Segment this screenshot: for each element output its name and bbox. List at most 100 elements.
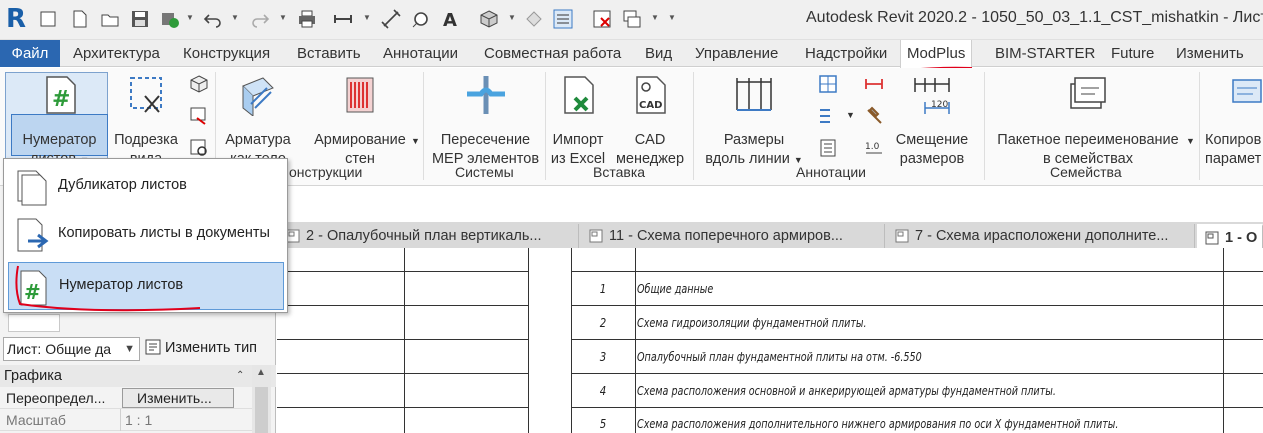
open-folder-icon[interactable] (100, 9, 120, 29)
menu-item-duplicate-sheets[interactable]: Дубликатор листов (8, 163, 284, 211)
rebar-body-label-1: Арматура (225, 132, 291, 148)
excel-import-button[interactable]: Импорт из Excel (548, 74, 608, 169)
scroll-up-icon[interactable]: ▲ (256, 367, 266, 378)
view-tab-label: 11 - Схема поперечного армиров... (609, 228, 843, 244)
chevron-down-icon[interactable]: ▼ (124, 338, 135, 360)
view-tab-strip: 2 - Опалубочный план вертикаль... 11 - С… (276, 222, 1263, 248)
red-dimension-icon[interactable] (864, 74, 884, 94)
dimension-text-icon[interactable]: 1.0 (864, 138, 884, 158)
hammer-icon[interactable] (864, 106, 884, 126)
purge-icon[interactable] (189, 106, 209, 126)
dims-along-line-label-1: Размеры (723, 132, 785, 148)
graphics-section-title: Графика (4, 368, 62, 384)
tab-addins[interactable]: Надстройки (799, 40, 893, 67)
3d-view-dropdown-icon[interactable]: ▼ (508, 14, 516, 22)
sheet-tools-dropdown-menu: Дубликатор листов Копировать листы в док… (3, 158, 288, 313)
tab-insert[interactable]: Вставить (291, 40, 367, 67)
tag-icon[interactable] (411, 9, 431, 29)
graphics-section-header[interactable]: Графика ⌃ (0, 365, 276, 387)
view-tab[interactable]: 11 - Схема поперечного армиров... (581, 224, 885, 248)
view-tab[interactable]: 7 - Схема ирасположени дополните... (887, 224, 1195, 248)
revit-logo-icon[interactable]: R (6, 5, 28, 33)
sync-icon[interactable] (160, 9, 180, 29)
copy-params-label-2: парамет (1205, 151, 1262, 167)
menu-item-sheet-numerator[interactable]: # Нумератор листов (8, 262, 284, 310)
schedule-row-number: 4 (599, 384, 607, 398)
menu-item-label: Нумератор листов (59, 277, 184, 293)
customize-qat-icon[interactable]: ▼ (668, 14, 676, 22)
open-icon[interactable] (38, 9, 58, 29)
cad-manager-button[interactable]: CAD CAD менеджер (612, 74, 688, 169)
tab-modplus[interactable]: ModPlus (900, 40, 973, 68)
measure-icon[interactable] (333, 9, 353, 29)
panel-label-annotations: Аннотации (796, 164, 866, 180)
wall-rebar-dropdown-icon[interactable]: ▼ (411, 136, 420, 146)
scrollbar-thumb[interactable] (255, 387, 268, 433)
view-search-icon[interactable] (189, 138, 209, 158)
rebar-body-button[interactable]: Арматура как тело (222, 74, 294, 169)
aligned-dimension-icon[interactable] (381, 9, 401, 29)
type-selector[interactable]: Лист: Общие да ▼ (3, 337, 140, 361)
wall-rebar-icon (346, 77, 374, 113)
undo-icon[interactable] (203, 9, 223, 29)
3d-box-icon[interactable] (189, 74, 209, 94)
close-hidden-icon[interactable] (592, 9, 612, 29)
table-line (1223, 248, 1224, 433)
text-icon[interactable]: A (440, 9, 460, 31)
save-icon[interactable] (130, 9, 150, 29)
drawing-area[interactable]: 1 Общие данные 2 Схема гидроизоляции фун… (277, 248, 1263, 433)
grid-icon[interactable] (818, 74, 838, 94)
switch-windows-dropdown-icon[interactable]: ▼ (651, 14, 659, 22)
view-crop-button[interactable]: Подрезка вида (110, 74, 182, 169)
batch-rename-button[interactable]: Пакетное переименование в семействах (990, 74, 1186, 169)
tab-view[interactable]: Вид (639, 40, 678, 67)
edit-type-button[interactable]: Изменить тип (145, 339, 257, 356)
copy-params-button[interactable]: Копиров парамет (1205, 74, 1263, 169)
window-title: Autodesk Revit 2020.2 - 1050_50_03_1.1_C… (806, 9, 1263, 26)
collapse-icon[interactable]: ⌃ (236, 365, 244, 387)
batch-rename-dropdown-icon[interactable]: ▼ (1186, 136, 1195, 146)
redo-dropdown-icon[interactable]: ▼ (279, 14, 287, 22)
chevron-down-icon[interactable]: ▼ (846, 110, 855, 120)
3d-view-icon[interactable] (479, 9, 499, 29)
override-edit-button[interactable]: Изменить... (122, 388, 234, 408)
sync-dropdown-icon[interactable]: ▼ (186, 14, 194, 22)
copy-params-label-1: Копиров (1205, 132, 1262, 148)
wall-rebar-button[interactable]: Армирование стен (304, 74, 416, 169)
tab-future[interactable]: Future (1105, 40, 1160, 67)
sheet-numerator-button[interactable]: # Нумератор листов ▼ (11, 74, 108, 170)
dims-along-line-button[interactable]: Размеры вдоль линии ▼ (704, 74, 804, 170)
tab-manage[interactable]: Управление (689, 40, 784, 67)
tab-architecture[interactable]: Архитектура (67, 40, 166, 67)
view-tab-active[interactable]: 1 - О (1197, 224, 1263, 248)
tab-modify[interactable]: Изменить (1170, 40, 1250, 67)
switch-windows-icon[interactable] (622, 9, 642, 29)
tab-bim-starter[interactable]: BIM-STARTER (989, 40, 1101, 67)
print-icon[interactable] (297, 9, 317, 29)
redo-icon[interactable] (250, 9, 270, 29)
dim-offset-icon: 120 (914, 78, 950, 114)
table-line (571, 248, 572, 433)
list-icon[interactable] (818, 138, 838, 158)
table-line (277, 339, 529, 340)
panel-label-insert: Вставка (593, 164, 646, 180)
tab-structure[interactable]: Конструкция (177, 40, 276, 67)
tab-file[interactable]: Файл (0, 40, 60, 67)
view-tab[interactable]: 2 - Опалубочный план вертикаль... (278, 224, 579, 248)
dimension-chain-icon[interactable] (818, 106, 838, 126)
properties-scrollbar[interactable]: ▲ (252, 365, 271, 433)
thin-lines-icon[interactable] (553, 9, 573, 29)
menu-item-copy-sheets[interactable]: Копировать листы в документы (8, 211, 284, 259)
section-icon[interactable] (524, 9, 544, 29)
view-crop-label-1: Подрезка (114, 132, 178, 148)
undo-dropdown-icon[interactable]: ▼ (231, 14, 239, 22)
new-file-icon[interactable] (70, 9, 90, 29)
mep-intersection-button[interactable]: Пересечение MEP элементов (428, 74, 543, 169)
tab-annotate[interactable]: Аннотации (377, 40, 464, 67)
dim-offset-button[interactable]: 120 Смещение размеров (890, 74, 974, 169)
excel-import-icon (564, 76, 594, 114)
measure-dropdown-icon[interactable]: ▼ (363, 14, 371, 22)
tab-collaborate[interactable]: Совместная работа (478, 40, 627, 67)
table-line (571, 305, 1263, 306)
svg-text:A: A (443, 10, 457, 29)
